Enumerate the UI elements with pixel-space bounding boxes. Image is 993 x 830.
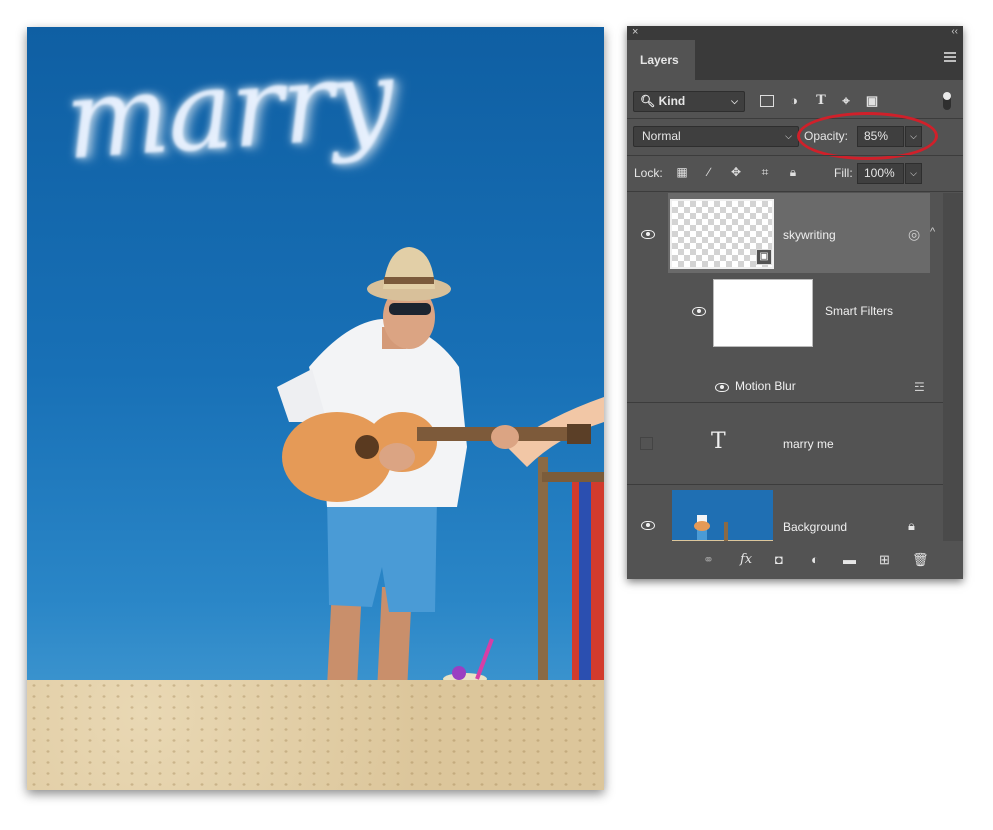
chevron-down-icon: ⌵ bbox=[785, 131, 792, 141]
layer-name: Background bbox=[783, 520, 848, 534]
panel-menu-icon[interactable] bbox=[944, 52, 956, 62]
layers-panel: × ‹‹ Layers 🔍︎ Kind ⌵ ◑ T ⌖ ▣ Normal ⌵ O… bbox=[627, 26, 963, 579]
beach-photo-illustration bbox=[277, 247, 604, 721]
filter-name: Motion Blur bbox=[735, 379, 796, 393]
new-group-folder-icon[interactable]: ▬ bbox=[843, 552, 856, 568]
smart-object-filter-icon[interactable]: ▣ bbox=[864, 93, 880, 109]
new-layer-icon[interactable]: ⊞ bbox=[879, 552, 890, 568]
blend-mode-value: Normal bbox=[642, 129, 681, 143]
layers-bottom-toolbar: ⚭ fx ◘ ◐ ▬ ⊞ 🗑︎ bbox=[627, 541, 963, 579]
add-mask-icon[interactable]: ◘ bbox=[775, 552, 783, 568]
close-panel-icon[interactable]: × bbox=[632, 26, 638, 38]
smart-filters-label: Smart Filters bbox=[825, 304, 894, 318]
blending-options-icon[interactable]: ☲ bbox=[914, 380, 925, 394]
sand bbox=[27, 680, 604, 790]
lock-transparent-pixels-icon[interactable]: ▦ bbox=[675, 165, 689, 179]
lock-artboard-icon[interactable]: ⌗ bbox=[758, 165, 772, 179]
visibility-eye-icon[interactable] bbox=[692, 307, 706, 316]
layer-name: marry me bbox=[783, 437, 834, 451]
pixel-layer-filter-icon[interactable] bbox=[760, 95, 774, 107]
layer-name: skywriting bbox=[783, 228, 836, 242]
visibility-eye-icon[interactable] bbox=[641, 230, 655, 239]
blend-mode-dropdown[interactable]: Normal ⌵ bbox=[633, 126, 799, 147]
fill-label: Fill: bbox=[834, 166, 853, 180]
visibility-eye-icon[interactable] bbox=[641, 521, 655, 530]
layers-scrollbar[interactable] bbox=[943, 193, 963, 541]
chevron-down-icon: ⌵ bbox=[731, 96, 738, 106]
smart-filter-indicator-icon[interactable]: ◎ bbox=[908, 226, 920, 243]
filter-row-motion-blur[interactable]: Motion Blur ☲ bbox=[627, 376, 943, 402]
tab-layers[interactable]: Layers bbox=[627, 40, 695, 80]
filter-mask-thumbnail bbox=[713, 279, 813, 347]
visibility-eye-icon[interactable] bbox=[715, 383, 729, 392]
filter-row: 🔍︎ Kind ⌵ ◑ T ⌖ ▣ bbox=[633, 90, 957, 114]
deck-chair bbox=[538, 457, 604, 707]
layers-list: ▣ skywriting ◎ ^ Smart Filters Motion Bl… bbox=[627, 193, 943, 558]
panel-title-bar: × ‹‹ bbox=[627, 26, 963, 40]
search-icon: 🔍︎ bbox=[640, 94, 656, 108]
shape-layer-filter-icon[interactable]: ⌖ bbox=[838, 93, 854, 109]
lock-icon[interactable]: 🔒︎ bbox=[908, 518, 915, 534]
trash-icon[interactable]: 🗑︎ bbox=[912, 552, 929, 568]
adjustment-layer-icon[interactable]: ◐ bbox=[811, 552, 819, 568]
fill-slider-dropdown[interactable]: ⌵ bbox=[905, 163, 922, 184]
lock-label: Lock: bbox=[634, 166, 663, 180]
panel-tabs: Layers bbox=[627, 40, 963, 80]
layer-row-skywriting[interactable]: ▣ skywriting ◎ ^ bbox=[627, 193, 943, 273]
visibility-toggle-empty[interactable] bbox=[640, 437, 653, 450]
filter-toggle-switch[interactable] bbox=[943, 92, 951, 110]
type-layer-icon: T bbox=[711, 429, 726, 454]
type-layer-filter-icon[interactable]: T bbox=[813, 93, 829, 109]
link-layers-icon[interactable]: ⚭ bbox=[703, 552, 714, 568]
smart-object-badge-icon: ▣ bbox=[756, 249, 772, 265]
kind-filter-label: Kind bbox=[658, 94, 686, 108]
adjustment-layer-filter-icon[interactable]: ◑ bbox=[786, 93, 802, 109]
lock-position-icon[interactable]: ✥ bbox=[729, 165, 743, 179]
lock-image-pixels-icon[interactable]: ∕ bbox=[702, 165, 716, 179]
layer-row-marry-me[interactable]: T marry me bbox=[627, 403, 943, 483]
divider bbox=[627, 191, 963, 192]
fill-field[interactable]: 100% bbox=[857, 163, 904, 184]
kind-filter-dropdown[interactable]: 🔍︎ Kind ⌵ bbox=[633, 91, 745, 112]
collapse-panel-icon[interactable]: ‹‹ bbox=[951, 26, 958, 37]
lock-all-icon[interactable]: 🔒︎ bbox=[786, 165, 800, 179]
smart-filters-row[interactable]: Smart Filters bbox=[627, 273, 943, 347]
divider bbox=[627, 155, 963, 156]
document-canvas[interactable]: marry bbox=[27, 27, 604, 790]
chevron-up-icon[interactable]: ^ bbox=[930, 226, 935, 238]
opacity-highlight-circle bbox=[797, 112, 938, 160]
fx-icon[interactable]: fx bbox=[740, 552, 752, 568]
